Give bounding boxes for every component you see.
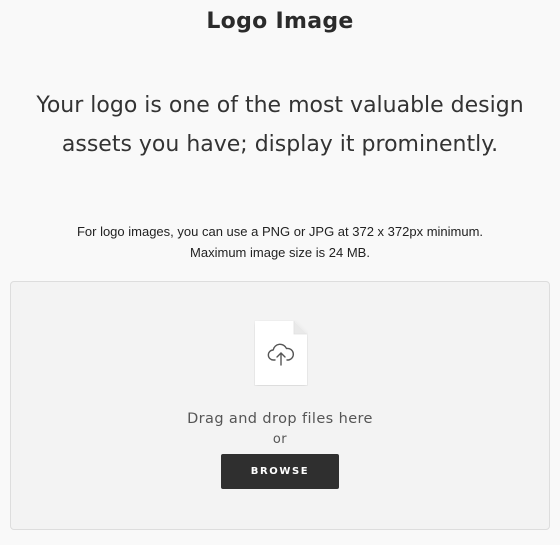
requirements-line-1: For logo images, you can use a PNG or JP…	[76, 224, 484, 239]
file-upload-icon	[254, 320, 308, 386]
drag-drop-label: Drag and drop files here	[187, 411, 373, 427]
cloud-upload-icon	[267, 342, 295, 366]
requirements-line-2: Maximum image size is 24 MB.	[190, 245, 370, 260]
file-dropzone[interactable]: Drag and drop files here or BROWSE	[10, 281, 550, 530]
or-separator: or	[272, 432, 288, 447]
headline-text: Your logo is one of the most valuable de…	[36, 93, 524, 157]
browse-button[interactable]: BROWSE	[221, 454, 339, 489]
requirements-note: For logo images, you can use a PNG or JP…	[10, 221, 550, 263]
page-title: Logo Image	[206, 9, 354, 34]
